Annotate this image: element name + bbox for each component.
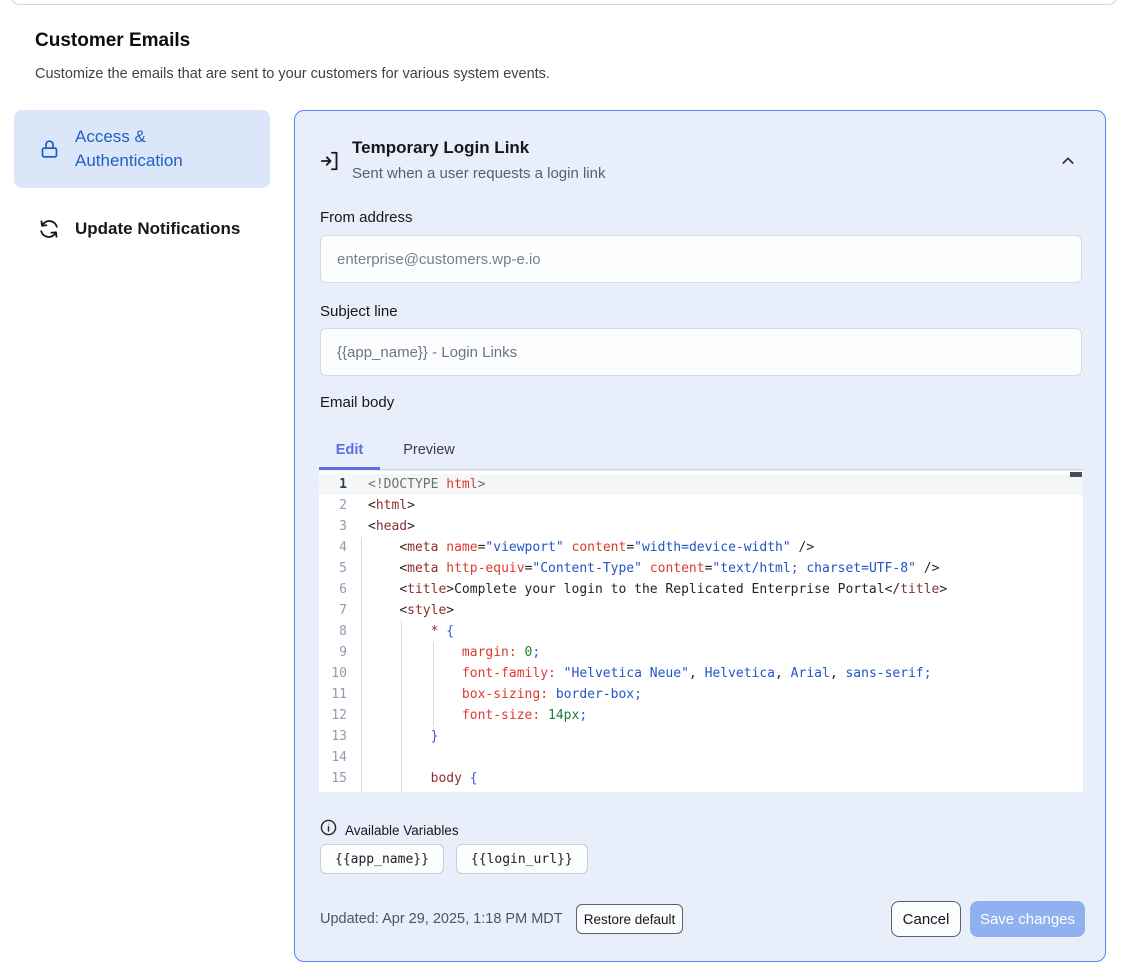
refresh-icon <box>37 217 61 241</box>
from-address-input[interactable] <box>320 235 1082 283</box>
code-editor[interactable]: 1<!DOCTYPE html>2<html>3<head>4 <meta na… <box>319 471 1083 792</box>
indent-guide <box>361 537 362 792</box>
sidebar-item-label: Update Notifications <box>75 217 257 241</box>
panel-subtitle: Sent when a user requests a login link <box>352 165 605 182</box>
available-variables-row: Available Variables <box>320 819 459 841</box>
previous-card-edge <box>10 0 1118 5</box>
login-arrow-icon <box>320 149 342 178</box>
sidebar-item-update-notifications[interactable]: Update Notifications <box>14 205 270 253</box>
page-subtitle: Customize the emails that are sent to yo… <box>35 66 550 82</box>
page-title: Customer Emails <box>35 30 190 52</box>
indent-guide <box>401 621 402 792</box>
sidebar-item-label: Access & Authentication <box>75 125 257 173</box>
panel-title: Temporary Login Link <box>352 138 529 158</box>
code-line: 15 body { <box>319 768 1083 789</box>
code-line: 8 * { <box>319 621 1083 642</box>
email-body-label: Email body <box>320 394 394 411</box>
subject-line-input[interactable] <box>320 328 1082 376</box>
email-settings-panel: Temporary Login Link Sent when a user re… <box>294 110 1106 962</box>
sidebar-item-access-authentication[interactable]: Access & Authentication <box>14 110 270 188</box>
variable-chip-app-name[interactable]: {{app_name}} <box>320 844 444 874</box>
code-line: 4 <meta name="viewport" content="width=d… <box>319 537 1083 558</box>
lock-icon <box>37 137 61 161</box>
code-line: 6 <title>Complete your login to the Repl… <box>319 579 1083 600</box>
updated-timestamp: Updated: Apr 29, 2025, 1:18 PM MDT <box>320 911 563 927</box>
code-line: 3<head> <box>319 516 1083 537</box>
code-line: 2<html> <box>319 495 1083 516</box>
code-line: 5 <meta http-equiv="Content-Type" conten… <box>319 558 1083 579</box>
tab-edit[interactable]: Edit <box>319 431 380 469</box>
info-icon <box>320 819 337 841</box>
variable-chip-login-url[interactable]: {{login_url}} <box>456 844 588 874</box>
code-lines: 1<!DOCTYPE html>2<html>3<head>4 <meta na… <box>319 471 1083 792</box>
from-address-label: From address <box>320 209 413 226</box>
code-line: 7 <style> <box>319 600 1083 621</box>
indent-guide <box>433 642 434 726</box>
save-changes-button[interactable]: Save changes <box>970 901 1085 937</box>
tab-preview[interactable]: Preview <box>391 431 467 469</box>
code-line: 14 <box>319 747 1083 768</box>
editor-tab-bar: Edit Preview <box>319 431 1083 470</box>
code-line: 1<!DOCTYPE html> <box>319 474 1083 495</box>
code-line: 13 } <box>319 726 1083 747</box>
editor-scrollbar-thumb[interactable] <box>1070 472 1082 477</box>
cancel-button[interactable]: Cancel <box>891 901 961 937</box>
subject-line-label: Subject line <box>320 303 398 320</box>
active-tab-indicator <box>319 467 380 470</box>
restore-default-button[interactable]: Restore default <box>576 904 683 934</box>
variable-chips: {{app_name}} {{login_url}} <box>320 844 588 874</box>
code-line: 16 background-color: #ffffff; <box>319 789 1083 792</box>
available-variables-label: Available Variables <box>345 823 459 838</box>
chevron-up-icon[interactable] <box>1058 153 1078 171</box>
